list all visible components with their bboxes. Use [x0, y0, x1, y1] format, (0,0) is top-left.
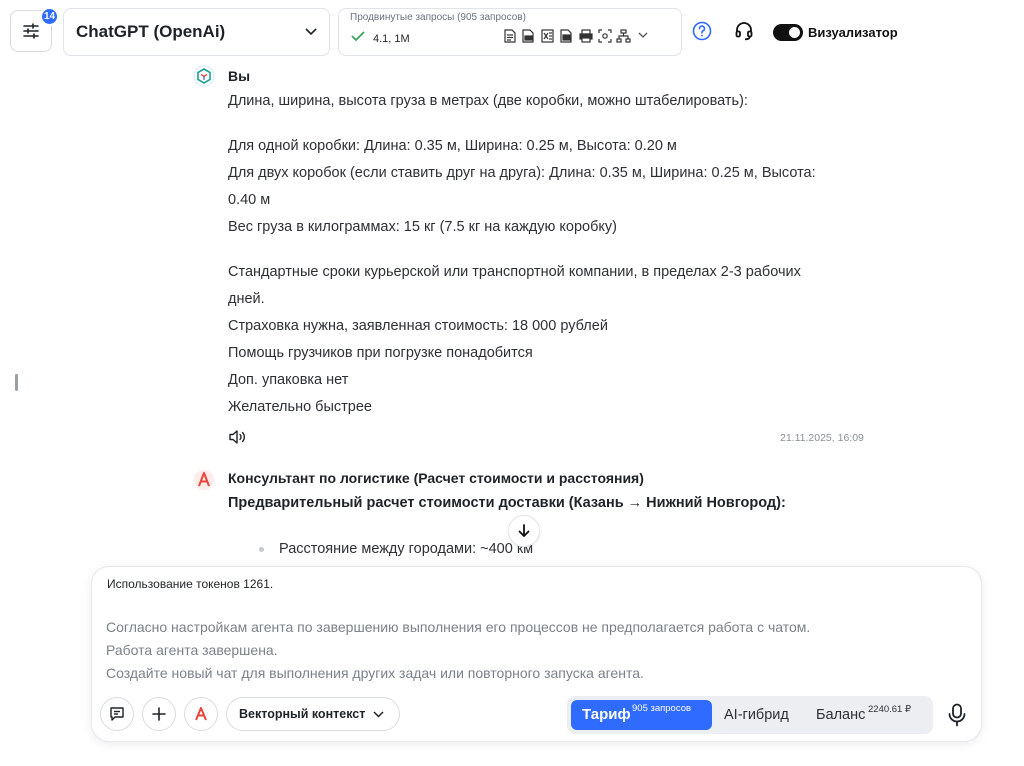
pdf-icon [521, 28, 536, 43]
sidebar-resize-handle[interactable] [15, 374, 18, 391]
model-version: 4.1, 1M [373, 33, 410, 45]
scan-icon [597, 28, 612, 43]
message-author: Консультант по логистике (Расчет стоимос… [228, 470, 644, 486]
speaker-icon[interactable] [228, 429, 246, 445]
mode-ai-hybrid-button[interactable]: AI-гибрид [724, 707, 789, 723]
slides-icon [559, 28, 574, 43]
chat-prompt-icon [110, 707, 124, 721]
chevron-down-icon [635, 28, 650, 43]
billing-mode-switch: Тариф 905 запросов AI-гибрид Баланс 2240… [567, 696, 933, 734]
agent-notice-line: Работа агента завершена. [106, 642, 278, 658]
mode-tariff-label: Тариф [582, 706, 631, 723]
agent-notice-line: Согласно настройкам агента по завершению… [106, 619, 811, 635]
message-line: Стандартные сроки курьерской или транспо… [228, 264, 801, 280]
user-avatar-icon [193, 65, 215, 87]
token-usage: Использование токенов 1261. [107, 577, 274, 591]
agent-button[interactable] [184, 697, 218, 731]
prompts-button[interactable] [100, 697, 134, 731]
hierarchy-icon [616, 28, 631, 43]
plus-icon [152, 707, 166, 721]
vector-context-dropdown[interactable]: Векторный контекст [226, 697, 400, 731]
add-attachment-button[interactable] [142, 697, 176, 731]
print-icon [578, 28, 593, 43]
advanced-requests-selector[interactable]: Продвинутые запросы (905 запросов) 4.1, … [338, 8, 682, 56]
message-line: Помощь грузчиков при погрузке понадобитс… [228, 345, 533, 361]
message-line: Страховка нужна, заявленная стоимость: 1… [228, 318, 608, 334]
message-line: Для одной коробки: Длина: 0.35 м, Ширина… [228, 138, 677, 154]
mode-tariff-button[interactable]: Тариф 905 запросов [571, 700, 712, 730]
file-type-icons [502, 28, 650, 43]
message-line: Длина, ширина, высота груза в метрах (дв… [228, 93, 748, 109]
notification-badge: 14 [40, 7, 59, 26]
model-name: ChatGPT (OpenAi) [76, 22, 226, 41]
top-bar: 14 ChatGPT (OpenAi) Продвинутые запросы … [0, 0, 1024, 62]
chevron-down-icon [305, 28, 317, 36]
message-timestamp: 21.11.2025, 16:09 [780, 432, 864, 444]
document-icon [502, 28, 517, 43]
check-icon [351, 31, 365, 42]
agent-notice-line: Создайте новый чат для выполнения других… [106, 665, 644, 681]
balance-amount: 2240.61 ₽ [868, 704, 912, 715]
message-line: Для двух коробок (если ставить друг на д… [228, 165, 816, 181]
message-line: Доп. упаковка нет [228, 372, 349, 388]
visualizer-label: Визуализатор [808, 25, 898, 40]
scroll-to-bottom-button[interactable] [508, 515, 540, 547]
arrow-down-icon [518, 524, 530, 537]
mode-tariff-requests: 905 запросов [632, 703, 692, 714]
excel-icon [540, 28, 555, 43]
visualizer-toggle[interactable] [773, 24, 803, 41]
message-author: Вы [228, 68, 251, 84]
message-line: 0.40 м [228, 192, 271, 208]
bullet-marker [259, 547, 264, 552]
composer-panel: Использование токенов 1261. Согласно нас… [91, 566, 982, 742]
chevron-down-icon [373, 710, 384, 718]
message-line: Желательно быстрее [228, 399, 372, 415]
advanced-requests-title: Продвинутые запросы (905 запросов) [350, 12, 526, 23]
headset-icon[interactable] [734, 21, 754, 41]
model-dropdown[interactable]: ChatGPT (OpenAi) [63, 8, 330, 56]
sliders-icon [23, 23, 39, 39]
vector-context-label: Векторный контекст [239, 707, 366, 721]
message-subheading: Предварительный расчет стоимости доставк… [228, 495, 786, 511]
help-icon[interactable] [692, 21, 712, 41]
message-line: Вес груза в килограммах: 15 кг (7.5 кг н… [228, 219, 618, 235]
list-item: Расстояние между городами: ~400 км [279, 541, 534, 557]
microphone-icon[interactable] [947, 703, 967, 727]
message-line: дней. [228, 291, 265, 307]
agent-logo-icon [195, 707, 207, 721]
agent-avatar-icon [194, 470, 214, 490]
mode-balance-button[interactable]: Баланс [816, 707, 865, 723]
